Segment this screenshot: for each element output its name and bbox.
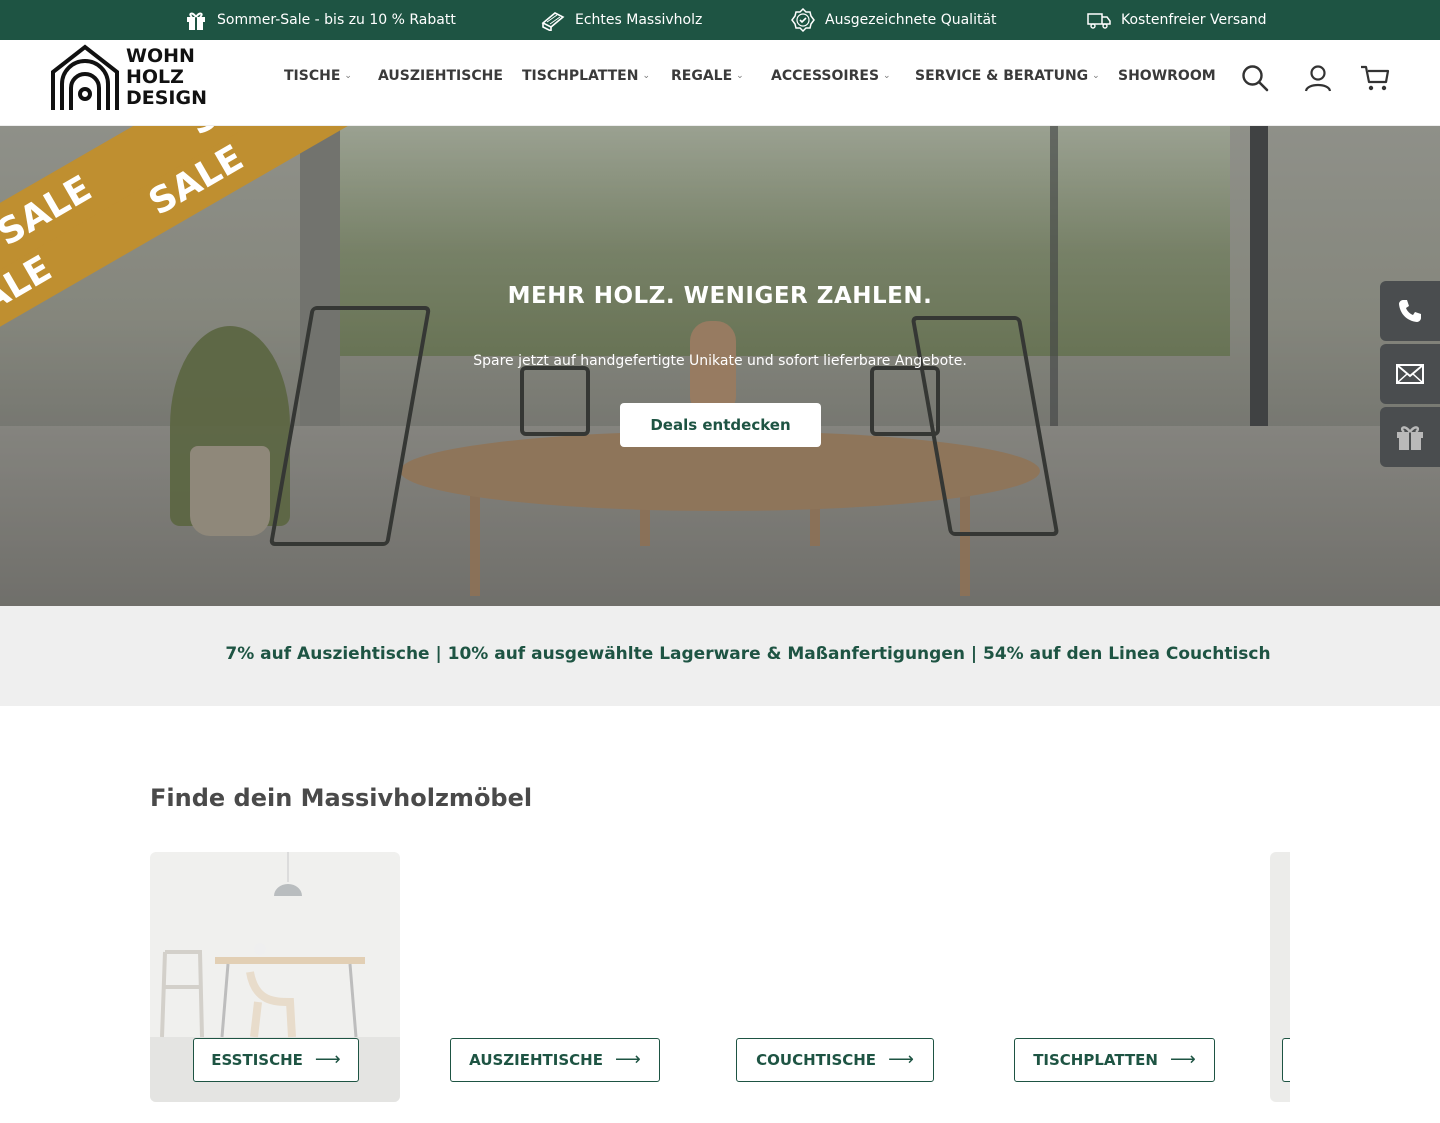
category-button-tischplatten[interactable]: TISCHPLATTEN ⟶: [1014, 1038, 1215, 1082]
usp-item-quality: Ausgezeichnete Qualität: [791, 0, 997, 40]
gift-icon: [187, 12, 205, 30]
category-button-esstische[interactable]: ESSTISCHE ⟶: [193, 1038, 359, 1082]
nav-label: REGALE: [671, 68, 733, 84]
deals-cta-button[interactable]: Deals entdecken: [620, 403, 821, 447]
quality-badge-icon: [791, 8, 815, 32]
nav-item-regale[interactable]: REGALE ⌄: [671, 68, 744, 84]
nav-item-tischplatten[interactable]: TISCHPLATTEN ⌄: [522, 68, 650, 84]
categories-title: Finde dein Massivholzmöbel: [150, 784, 533, 812]
nav-label: ACCESSOIRES: [771, 68, 880, 84]
promo-strip: 7% auf Ausziehtische | 10% auf ausgewähl…: [0, 606, 1440, 706]
site-header: WOHN HOLZ DESIGN TISCHE ⌄ AUSZIEHTISCHE T…: [0, 40, 1440, 126]
logo-line: DESIGN: [126, 87, 208, 109]
promo-text: 7% auf Ausziehtische | 10% auf ausgewähl…: [225, 644, 1271, 664]
arrow-right-icon: ⟶: [1169, 1049, 1196, 1070]
site-logo[interactable]: WOHN HOLZ DESIGN: [50, 44, 207, 116]
usp-label: Echtes Massivholz: [575, 12, 703, 28]
account-icon[interactable]: [1304, 64, 1332, 92]
category-card-esstische[interactable]: ESSTISCHE ⟶: [150, 852, 400, 1102]
category-label: AUSZIEHTISCHE: [469, 1051, 603, 1069]
category-label: TISCHPLATTEN: [1033, 1051, 1158, 1069]
category-card-couchtische[interactable]: COUCHTISCHE ⟶: [722, 852, 972, 1102]
phone-icon: [1399, 300, 1421, 322]
search-icon[interactable]: [1241, 64, 1269, 92]
chevron-down-icon: ⌄: [736, 71, 744, 81]
chevron-down-icon: ⌄: [344, 71, 352, 81]
side-tab-phone[interactable]: [1380, 281, 1440, 341]
hero-subtitle: Spare jetzt auf handgefertigte Unikate u…: [473, 353, 967, 369]
usp-label: Sommer-Sale - bis zu 10 % Rabatt: [217, 12, 456, 28]
nav-label: TISCHE: [284, 68, 341, 84]
nav-label: SHOWROOM: [1118, 68, 1216, 84]
category-label: ESSTISCHE: [211, 1051, 303, 1069]
nav-label: SERVICE & BERATUNG: [915, 68, 1089, 84]
hero-title: MEHR HOLZ. WENIGER ZAHLEN.: [507, 283, 933, 309]
category-label: COUCHTISCHE: [756, 1051, 877, 1069]
gift-icon: [1397, 426, 1423, 450]
nav-item-ausziehtische[interactable]: AUSZIEHTISCHE: [378, 68, 503, 84]
category-button-couchtische[interactable]: COUCHTISCHE ⟶: [736, 1038, 934, 1082]
chevron-down-icon: ⌄: [642, 71, 651, 81]
usp-item-sale: Sommer-Sale - bis zu 10 % Rabatt: [185, 0, 456, 40]
hero-banner: SALE SALE SALE SALE SALE MEHR HOLZ. WENI…: [0, 126, 1440, 606]
category-carousel: ESSTISCHE ⟶ AUSZIEHTISCHE ⟶ COUCHTISCHE …: [150, 852, 1290, 1102]
nav-item-accessoires[interactable]: ACCESSOIRES ⌄: [771, 68, 891, 84]
nav-label: AUSZIEHTISCHE: [378, 68, 503, 84]
house-logo-icon: [51, 44, 119, 110]
category-button-ausziehtische[interactable]: AUSZIEHTISCHE ⟶: [450, 1038, 660, 1082]
delivery-truck-icon: [1087, 13, 1111, 29]
category-card-tischplatten[interactable]: TISCHPLATTEN ⟶: [1008, 852, 1258, 1102]
mail-icon: [1396, 364, 1424, 384]
usp-item-wood: Echtes Massivholz: [541, 0, 702, 40]
logo-wordmark: WOHN HOLZ DESIGN: [126, 46, 207, 109]
nav-item-tische[interactable]: TISCHE ⌄: [284, 68, 352, 84]
arrow-right-icon: ⟶: [615, 1049, 641, 1070]
logo-line: HOLZ: [126, 66, 184, 88]
usp-label: Ausgezeichnete Qualität: [825, 12, 997, 28]
chevron-down-icon: ⌄: [1092, 71, 1100, 81]
side-tab-mail[interactable]: [1380, 344, 1440, 404]
category-button-partial[interactable]: [1282, 1038, 1290, 1082]
usp-bar: Sommer-Sale - bis zu 10 % Rabatt Echtes …: [0, 0, 1440, 40]
usp-label: Kostenfreier Versand: [1121, 12, 1267, 28]
wood-plank-icon: [541, 12, 565, 31]
cart-icon[interactable]: [1360, 64, 1390, 92]
nav-item-showroom[interactable]: SHOWROOM: [1118, 68, 1216, 84]
category-card-next[interactable]: [1270, 852, 1290, 1102]
chevron-down-icon: ⌄: [883, 71, 891, 81]
side-tab-gift[interactable]: [1380, 407, 1440, 467]
nav-label: TISCHPLATTEN: [522, 68, 639, 84]
nav-item-service-beratung[interactable]: SERVICE & BERATUNG ⌄: [915, 68, 1100, 84]
arrow-right-icon: ⟶: [314, 1049, 341, 1070]
logo-line: WOHN: [126, 45, 195, 67]
usp-item-shipping: Kostenfreier Versand: [1087, 0, 1267, 40]
arrow-right-icon: ⟶: [888, 1049, 914, 1070]
category-card-ausziehtische[interactable]: AUSZIEHTISCHE ⟶: [436, 852, 686, 1102]
